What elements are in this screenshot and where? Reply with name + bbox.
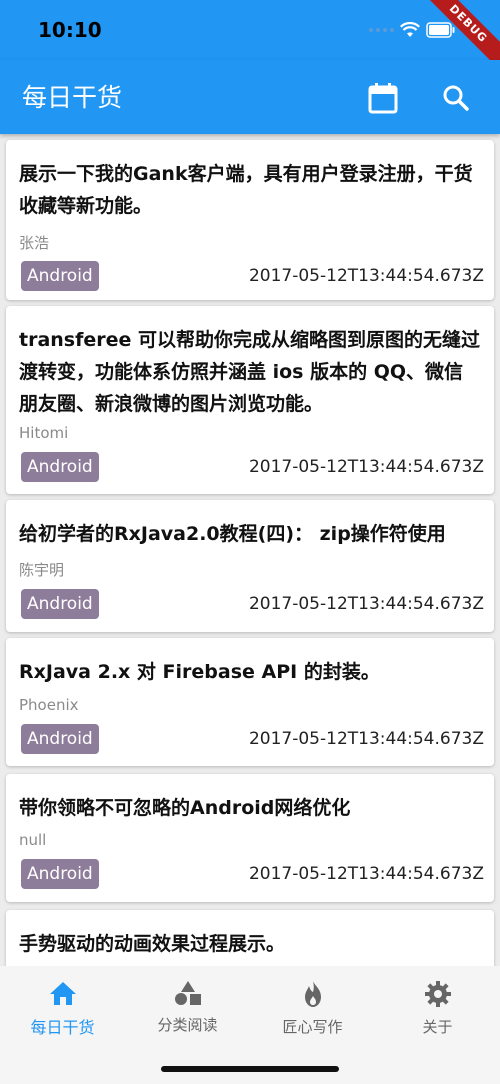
battery-icon [426, 22, 455, 38]
nav-category[interactable]: 分类阅读 [125, 980, 250, 1035]
article-author: Hitomi [19, 424, 69, 442]
article-title: RxJava 2.x 对 Firebase API 的封装。 [19, 661, 380, 683]
home-indicator [161, 1066, 339, 1072]
status-time: 10:10 [38, 18, 102, 42]
article-card[interactable]: 带你领略不可忽略的Android网络优化 null Android 2017-0… [6, 774, 494, 902]
article-list[interactable]: 展示一下我的Gank客户端，具有用户登录注册，干货收藏等新功能。 张浩 Andr… [0, 134, 500, 966]
status-bar: 10:10 DEBUG [0, 0, 500, 74]
category-tag[interactable]: Android [21, 452, 99, 482]
nav-label: 每日干货 [30, 1018, 95, 1037]
article-title: 展示一下我的Gank客户端，具有用户登录注册，干货收藏等新功能。 [19, 163, 473, 217]
home-icon [49, 982, 76, 1005]
article-title: 手势驱动的动画效果过程展示。 [19, 933, 286, 955]
search-button[interactable] [438, 80, 474, 116]
status-icons [369, 22, 456, 38]
category-tag[interactable]: Android [21, 261, 99, 291]
nav-daily[interactable]: 每日干货 [0, 980, 125, 1038]
search-icon [443, 85, 469, 111]
article-author: 张浩 [19, 234, 50, 252]
article-date: 2017-05-12T13:44:54.673Z [248, 729, 484, 749]
nav-about[interactable]: 关于 [375, 980, 500, 1037]
nav-label: 分类阅读 [157, 1016, 218, 1034]
article-title: transferee 可以帮助你完成从缩略图到原图的无缝过渡转变，功能体系仿照并… [19, 329, 481, 415]
article-title: 带你领略不可忽略的Android网络优化 [19, 797, 351, 819]
article-date: 2017-05-12T13:44:54.673Z [248, 864, 484, 884]
category-tag[interactable]: Android [21, 859, 99, 889]
article-card[interactable]: transferee 可以帮助你完成从缩略图到原图的无缝过渡转变，功能体系仿照并… [6, 306, 494, 494]
wifi-icon [400, 22, 420, 37]
category-tag[interactable]: Android [21, 589, 99, 619]
signal-icon [369, 28, 394, 32]
article-card[interactable]: 给初学者的RxJava2.0教程(四)： zip操作符使用 陈宇明 Androi… [6, 500, 494, 632]
nav-writing[interactable]: 匠心写作 [250, 980, 375, 1037]
nav-label: 匠心写作 [282, 1018, 343, 1036]
category-icon [174, 981, 201, 1005]
calendar-icon [368, 83, 398, 114]
page-title: 每日干货 [22, 83, 123, 112]
article-card[interactable]: 手势驱动的动画效果过程展示。 [6, 910, 494, 966]
article-author: null [19, 831, 47, 849]
article-card[interactable]: 展示一下我的Gank客户端，具有用户登录注册，干货收藏等新功能。 张浩 Andr… [6, 140, 494, 300]
article-date: 2017-05-12T13:44:54.673Z [248, 266, 484, 286]
calendar-button[interactable] [365, 80, 401, 116]
article-card[interactable]: RxJava 2.x 对 Firebase API 的封装。 Phoenix A… [6, 638, 494, 766]
fire-icon [304, 981, 321, 1007]
article-title: 给初学者的RxJava2.0教程(四)： zip操作符使用 [19, 523, 446, 545]
app-bar: 每日干货 [0, 60, 500, 134]
nav-label: 关于 [422, 1018, 453, 1036]
article-date: 2017-05-12T13:44:54.673Z [248, 457, 484, 477]
article-author: Phoenix [19, 696, 79, 714]
gear-icon [424, 981, 451, 1007]
category-tag[interactable]: Android [21, 724, 99, 754]
article-date: 2017-05-12T13:44:54.673Z [248, 594, 484, 614]
article-author: 陈宇明 [19, 561, 65, 579]
